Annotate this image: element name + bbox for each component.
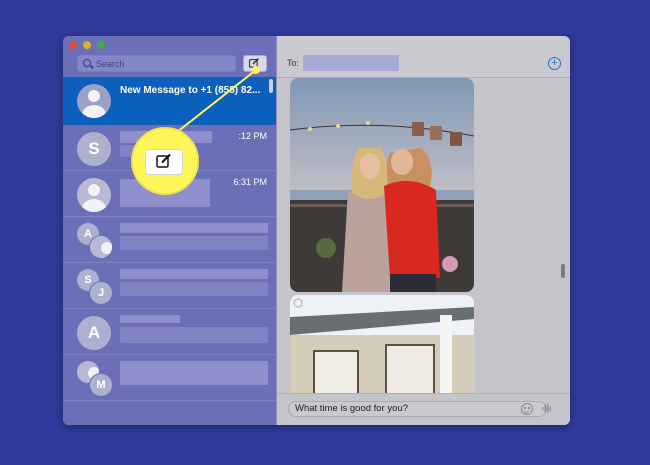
compose-icon (156, 153, 171, 168)
search-icon (83, 59, 91, 67)
close-window-button[interactable] (69, 41, 77, 49)
conversation-row[interactable]: A (63, 309, 276, 355)
avatar: M (89, 373, 113, 397)
search-field[interactable] (77, 55, 236, 72)
to-label: To: (287, 58, 300, 68)
photo-image (290, 295, 474, 393)
thread-scrollbar[interactable] (561, 264, 565, 278)
sidebar-scrollbar[interactable] (269, 79, 273, 93)
conversation-row[interactable]: M (63, 355, 276, 401)
conversation-new-message[interactable]: New Message to +1 (858) 82... (63, 77, 276, 125)
photo-attachment[interactable] (290, 295, 474, 393)
message-thread (277, 78, 570, 393)
compose-button-magnified[interactable] (145, 149, 183, 175)
compose-button[interactable] (243, 55, 267, 72)
conversation-header: To: + (277, 36, 570, 78)
minimize-window-button[interactable] (83, 41, 91, 49)
compose-icon (249, 58, 259, 68)
conversation-list: New Message to +1 (858) 82... S :12 PM 6… (63, 77, 276, 401)
plus-circle-icon[interactable]: + (548, 57, 561, 70)
avatar: S (77, 132, 111, 166)
photo-image (290, 78, 474, 292)
conversation-time: 6:31 PM (233, 177, 267, 187)
conversation-row[interactable]: S J (63, 263, 276, 309)
messages-window: New Message to +1 (858) 82... S :12 PM 6… (63, 36, 570, 425)
emoji-icon[interactable] (521, 403, 533, 415)
microphone-icon[interactable] (541, 402, 553, 414)
avatar: J (89, 281, 113, 305)
search-input[interactable] (96, 56, 228, 71)
conversation-sidebar: New Message to +1 (858) 82... S :12 PM 6… (63, 36, 277, 425)
avatar (77, 178, 111, 212)
conversation-row[interactable]: A (63, 217, 276, 263)
avatar (89, 235, 113, 259)
photo-attachment[interactable] (290, 78, 474, 292)
message-composer (277, 393, 570, 425)
message-input[interactable] (288, 401, 547, 417)
avatar (77, 84, 111, 118)
conversation-time: :12 PM (238, 131, 267, 141)
zoom-window-button[interactable] (97, 41, 105, 49)
conversation-title: New Message to +1 (858) 82... (120, 85, 261, 96)
recipient-field[interactable] (303, 55, 399, 71)
avatar: A (77, 316, 111, 350)
